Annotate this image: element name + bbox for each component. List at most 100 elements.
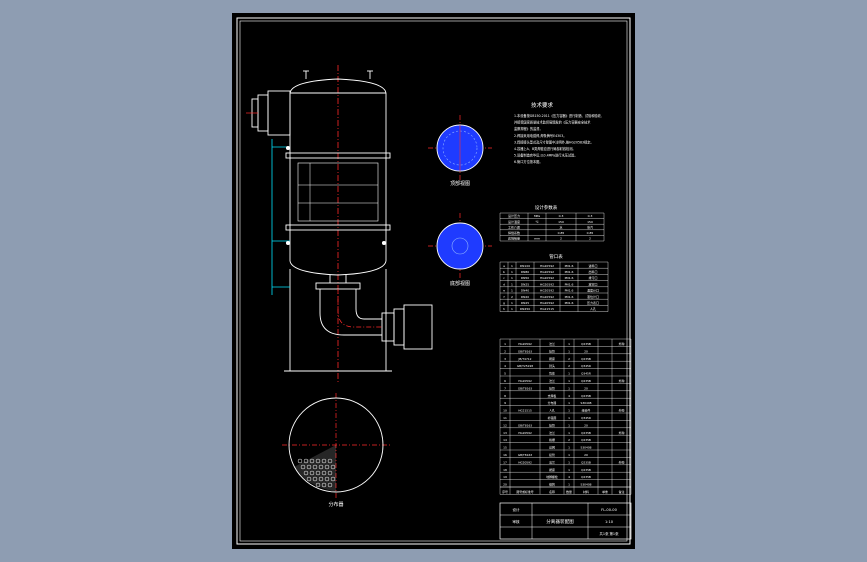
- design-cell: 蒸汽: [587, 224, 593, 229]
- nozzle-cell: 进料口: [588, 263, 597, 268]
- parts-cell: 外购: [619, 408, 625, 413]
- parts-cell: Q345R: [581, 416, 591, 420]
- tb-designer: 设计: [512, 507, 520, 512]
- design-table-title: 设计参数表: [535, 204, 558, 211]
- parts-cell: 鞍座: [549, 356, 555, 361]
- design-cell: MPa: [534, 214, 540, 218]
- nozzle-cell: HG20592: [540, 276, 554, 280]
- cad-viewport: 顶部视图 底部视图 分布器 技术要求 1.本设备按GB150-2011《压力容器…: [0, 0, 867, 562]
- nozzle-cell: HG21515: [540, 307, 554, 311]
- parts-cell: 接管: [549, 422, 555, 427]
- tech-req-line: 监察规程》的监督。: [514, 126, 543, 131]
- parts-cell: 1: [568, 401, 570, 405]
- parts-cell: 筒体: [549, 371, 555, 376]
- nozzle-cell: d: [503, 282, 505, 286]
- parts-cell: HG21515: [518, 409, 532, 413]
- nozzle-cell: g: [503, 301, 505, 305]
- parts-cell: 8: [504, 394, 506, 398]
- nozzle-cell: 1: [511, 289, 513, 293]
- design-cell: ℃: [535, 220, 539, 224]
- parts-cell: Q235B: [581, 394, 591, 398]
- parts-cell: 10: [503, 409, 507, 413]
- parts-cell: 外购: [619, 459, 625, 464]
- elbow-pipe-inner: [355, 289, 382, 320]
- bottom-view-label: 底部视图: [450, 280, 470, 287]
- nozzle-cell: HG20592: [540, 289, 554, 293]
- parts-cell: 2: [568, 438, 570, 442]
- parts-cell: Q345R: [581, 364, 591, 368]
- parts-cell: JB/T4712: [518, 357, 532, 361]
- parts-cell: HG20592: [518, 342, 532, 346]
- parts-header-cell: 序号: [502, 489, 508, 494]
- parts-cell: 地脚螺栓: [546, 474, 558, 479]
- side-outlet-flange-1: [381, 312, 395, 342]
- elbow-centerline: [337, 289, 382, 328]
- parts-cell: 法兰: [549, 459, 555, 464]
- nozzle-cell: DN40: [521, 289, 529, 293]
- parts-cell: 法兰: [549, 430, 555, 435]
- section-label: 分布器: [328, 501, 343, 508]
- nozzle-cell: PN1.6: [565, 270, 574, 274]
- parts-cell: 2: [568, 357, 570, 361]
- nozzle-cell: DN100: [520, 264, 530, 268]
- parts-cell: GB/T8163: [518, 349, 532, 353]
- design-cell: 腐蚀裕量: [508, 236, 520, 241]
- tech-req-line: 4.容器上A、B类焊缝应进行局部射线检测。: [514, 146, 576, 151]
- nozzle-cell: 1: [511, 307, 513, 311]
- parts-cell: 6: [504, 379, 506, 383]
- tech-req-line: 1.本设备按GB150-2011《压力容器》进行制造、试验和验收,: [514, 113, 602, 118]
- parts-cell: 法兰: [549, 341, 555, 346]
- parts-cell: 支撑板: [548, 393, 557, 398]
- parts-cell: 1: [568, 372, 570, 376]
- parts-cell: 组合件: [582, 408, 591, 413]
- distributor-hole: [297, 458, 303, 464]
- section-view: [282, 393, 390, 499]
- marker-1: [285, 145, 291, 151]
- parts-cell: 1: [568, 416, 570, 420]
- nozzle-cell: DN80: [521, 270, 529, 274]
- parts-cell: 接管: [549, 385, 555, 390]
- parts-cell: 14: [503, 438, 507, 442]
- parts-cell: 15: [503, 446, 507, 450]
- parts-cell: 1: [568, 468, 570, 472]
- nozzle-cell: HG20592: [540, 295, 554, 299]
- parts-cell: 20: [584, 453, 588, 457]
- side-outlet-cover: [403, 304, 433, 350]
- nozzle-cell: 2: [511, 295, 513, 299]
- parts-cell: 格栅: [549, 437, 555, 442]
- parts-cell: 20: [584, 423, 588, 427]
- tech-req-title: 技术要求: [531, 101, 554, 109]
- parts-cell: 1: [568, 431, 570, 435]
- top-view-label: 顶部视图: [450, 180, 470, 187]
- tb-sheet: 共1张 第1张: [600, 531, 620, 536]
- parts-cell: 4: [568, 475, 570, 479]
- design-cell: 设计温度: [508, 219, 520, 224]
- parts-cell: 1: [568, 460, 570, 464]
- parts-cell: 1: [568, 342, 570, 346]
- marker-2: [285, 240, 291, 246]
- tb-scale: 1:10: [605, 520, 614, 524]
- parts-cell: HG20592: [518, 379, 532, 383]
- parts-cell: 接管: [549, 348, 555, 353]
- parts-cell: 4: [568, 394, 570, 398]
- parts-cell: 17: [503, 460, 507, 464]
- nozzle-cell: 压力表口: [587, 300, 599, 305]
- parts-cell: 铭牌: [549, 482, 555, 487]
- nozzle-cell: 1: [511, 276, 513, 280]
- nozzle-cell: DN50: [521, 276, 529, 280]
- vessel-elevation: [246, 65, 433, 383]
- nozzle-cell: 人孔: [590, 306, 596, 311]
- parts-cell: GB/T25198: [517, 364, 533, 368]
- nozzle-cell: h: [503, 307, 505, 311]
- tech-req-line: 6.管口方位按本图。: [514, 159, 543, 164]
- parts-cell: 20: [584, 386, 588, 390]
- tech-req-line: 并接受国家质量技术监督局颁发的《压力容器安全技术: [514, 120, 591, 125]
- title-block: 设计 审核 分离器装配图 FL-00-00 1:10 共1张 第1张: [499, 502, 632, 540]
- parts-cell: 20: [503, 483, 507, 487]
- nozzle-cell: 1: [511, 282, 513, 286]
- tb-checker: 审核: [512, 519, 520, 524]
- nozzle-cell: DN20: [521, 295, 529, 299]
- parts-cell: GB/T8163: [518, 386, 532, 390]
- nozzle-cell: HG20592: [540, 282, 554, 286]
- parts-cell: HG20592: [518, 431, 532, 435]
